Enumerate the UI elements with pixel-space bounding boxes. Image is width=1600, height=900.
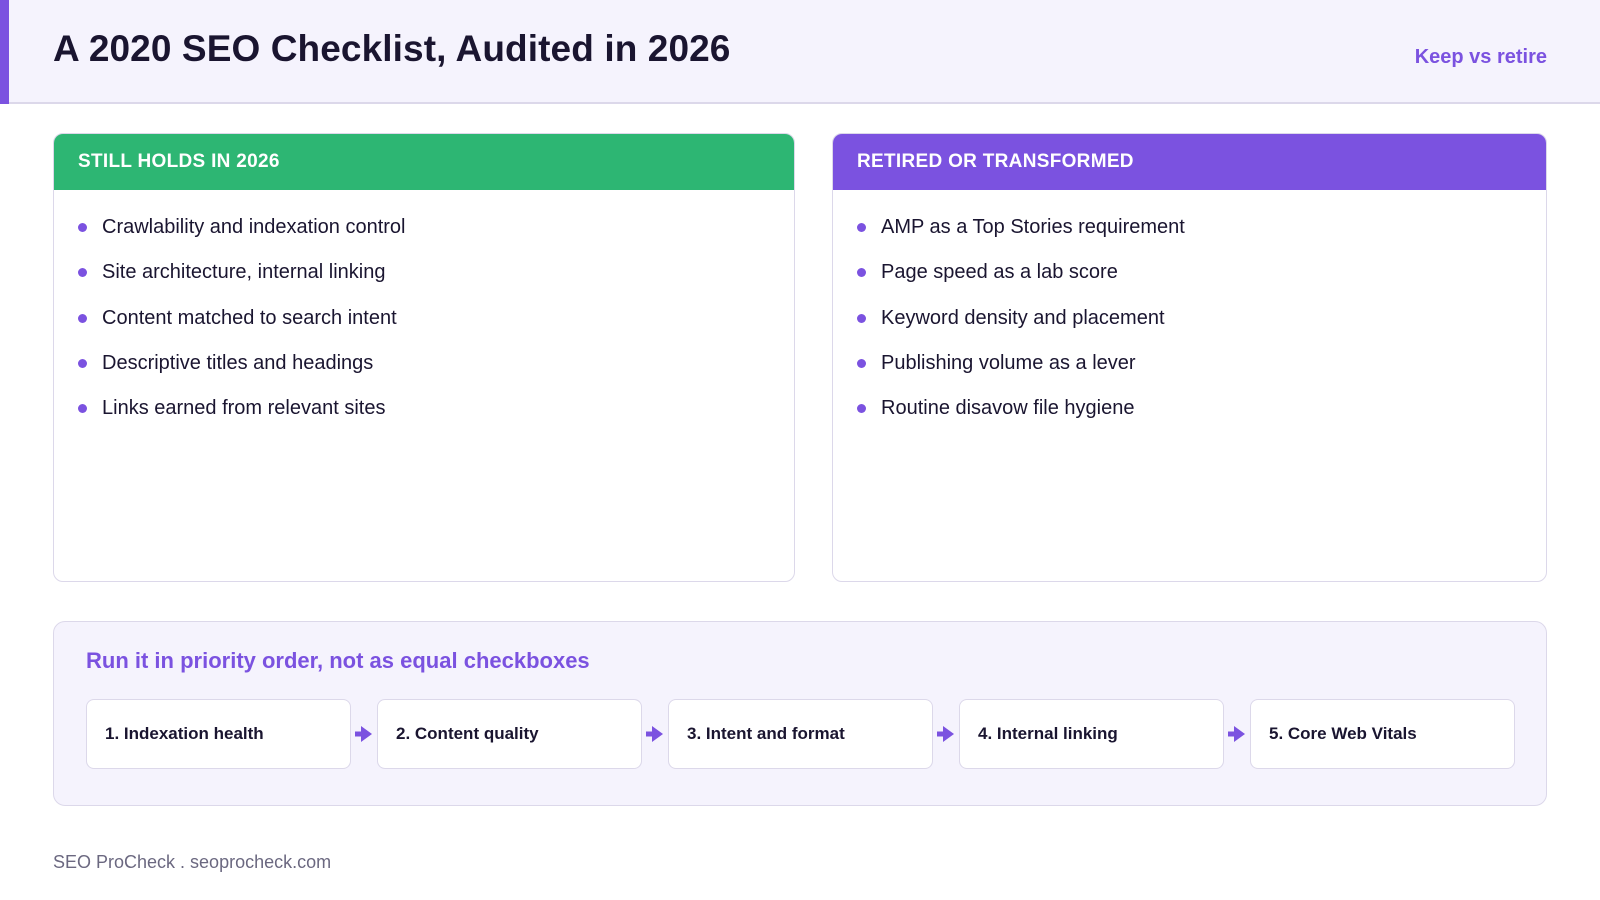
list-item-text: AMP as a Top Stories requirement <box>881 216 1185 238</box>
header-tag: Keep vs retire <box>1414 46 1547 68</box>
list-item-text: Routine disavow file hygiene <box>881 397 1135 420</box>
step-indexation-health: 1. Indexation health <box>86 699 351 769</box>
list-item-text: Page speed as a lab score <box>881 261 1118 284</box>
priority-title: Run it in priority order, not as equal c… <box>86 648 590 673</box>
bullet-dot-icon <box>857 313 866 323</box>
list-item: Page speed as a lab score <box>857 259 1546 286</box>
still-holds-list: Crawlability and indexation control Site… <box>54 190 794 422</box>
list-item: Descriptive titles and headings <box>78 350 794 377</box>
list-item-text: Content matched to search intent <box>102 306 397 329</box>
page-title: A 2020 SEO Checklist, Audited in 2026 <box>53 28 731 69</box>
list-item: Crawlability and indexation control <box>78 214 794 241</box>
list-item: Publishing volume as a lever <box>857 350 1546 377</box>
still-holds-heading: STILL HOLDS IN 2026 <box>54 134 794 190</box>
list-item: Routine disavow file hygiene <box>857 395 1546 422</box>
list-item: Site architecture, internal linking <box>78 259 794 286</box>
header-accent-bar <box>0 0 9 104</box>
bullet-dot-icon <box>78 358 87 368</box>
priority-panel: Run it in priority order, not as equal c… <box>53 621 1547 806</box>
retired-list: AMP as a Top Stories requirement Page sp… <box>833 190 1546 422</box>
priority-steps: 1. Indexation health 2. Content quality … <box>86 699 1515 769</box>
bullet-dot-icon <box>78 404 87 414</box>
list-item-text: Publishing volume as a lever <box>881 351 1136 374</box>
step-intent-and-format: 3. Intent and format <box>668 699 933 769</box>
bullet-dot-icon <box>857 268 866 278</box>
bullet-dot-icon <box>78 313 87 323</box>
list-item-text: Crawlability and indexation control <box>102 216 406 238</box>
footer-credit: SEO ProCheck . seoprocheck.com <box>53 852 332 872</box>
list-item-text: Descriptive titles and headings <box>102 351 374 374</box>
step-core-web-vitals: 5. Core Web Vitals <box>1250 699 1515 769</box>
retired-card: RETIRED OR TRANSFORMED AMP as a Top Stor… <box>832 133 1547 582</box>
arrow-right-icon <box>933 699 959 769</box>
arrow-right-icon <box>351 699 377 769</box>
list-item-text: Keyword density and placement <box>881 306 1165 329</box>
list-item-text: Site architecture, internal linking <box>102 261 386 284</box>
header: A 2020 SEO Checklist, Audited in 2026 Ke… <box>0 0 1600 104</box>
list-item-text: Links earned from relevant sites <box>102 397 386 420</box>
bullet-dot-icon <box>857 223 866 232</box>
list-item: AMP as a Top Stories requirement <box>857 214 1546 241</box>
list-item: Keyword density and placement <box>857 305 1546 332</box>
bullet-dot-icon <box>857 404 866 414</box>
bullet-dot-icon <box>78 223 87 232</box>
list-item: Links earned from relevant sites <box>78 395 794 422</box>
step-internal-linking: 4. Internal linking <box>959 699 1224 769</box>
bullet-dot-icon <box>857 358 866 368</box>
arrow-right-icon <box>642 699 668 769</box>
still-holds-card: STILL HOLDS IN 2026 Crawlability and ind… <box>53 133 795 582</box>
retired-heading: RETIRED OR TRANSFORMED <box>833 134 1546 190</box>
arrow-right-icon <box>1224 699 1250 769</box>
list-item: Content matched to search intent <box>78 305 794 332</box>
step-content-quality: 2. Content quality <box>377 699 642 769</box>
bullet-dot-icon <box>78 268 87 278</box>
